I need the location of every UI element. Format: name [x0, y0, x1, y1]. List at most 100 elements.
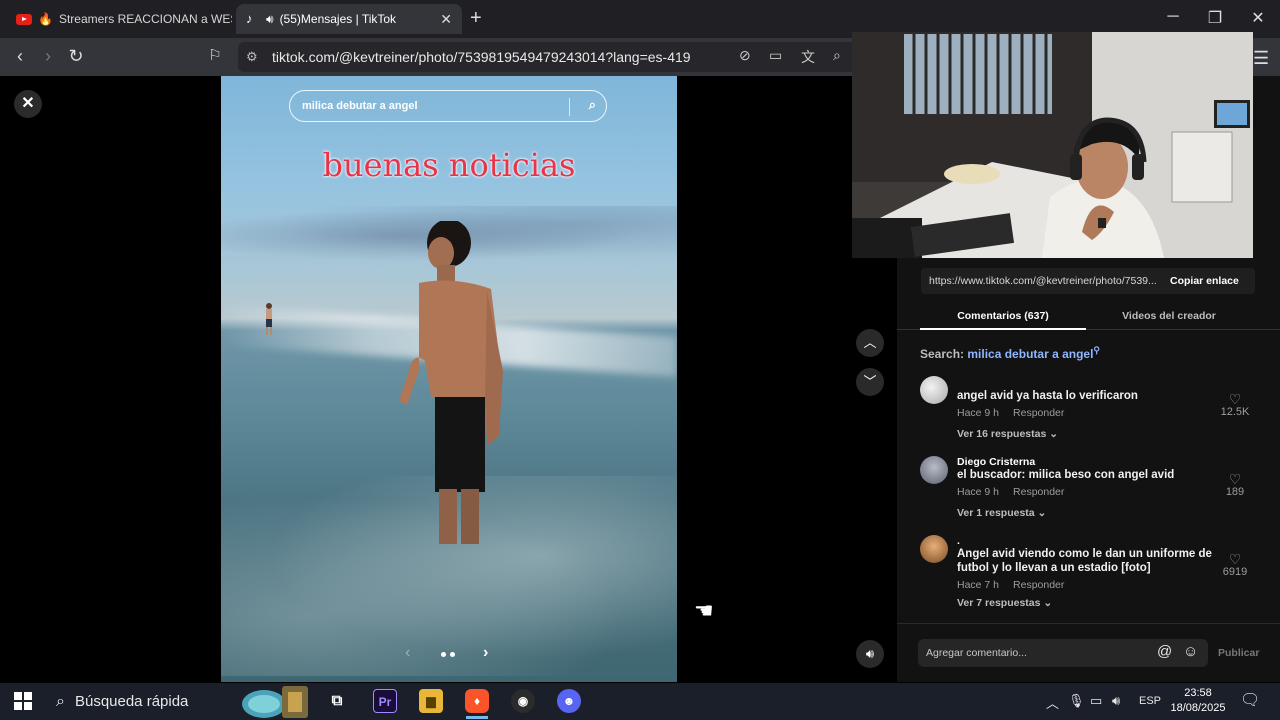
- clock-date: 18/08/2025: [1170, 702, 1226, 714]
- webcam-overlay: [852, 32, 1253, 258]
- tab-title-prefix: 🔥: [38, 12, 53, 26]
- comment-text: angel avid ya hasta lo verificaron: [957, 390, 1138, 402]
- bookmark-icon[interactable]: ⚐: [203, 45, 227, 67]
- menu-icon[interactable]: ☰: [1253, 48, 1269, 69]
- address-bar[interactable]: tiktok.com/@kevtreiner/photo/75398195494…: [238, 42, 858, 72]
- premiere-pro-icon[interactable]: Pr: [373, 689, 397, 713]
- post-photo: milica debutar a angel ⌕ buenas noticias…: [221, 76, 677, 682]
- windows-start-icon[interactable]: [14, 692, 32, 710]
- next-post-button[interactable]: ﹀: [856, 368, 884, 396]
- comment-time: Hace 9 h: [957, 407, 1000, 419]
- heart-icon: ♡: [1228, 471, 1242, 487]
- previous-post-button[interactable]: ︿: [856, 329, 884, 357]
- close-viewer-button[interactable]: ✕: [14, 90, 42, 118]
- carousel-next-icon[interactable]: ›: [483, 644, 488, 662]
- reload-button[interactable]: ↻: [64, 45, 88, 67]
- task-view-icon[interactable]: ⧉: [325, 689, 349, 713]
- close-window-button[interactable]: ✕: [1243, 8, 1273, 28]
- heart-icon: ♡: [1228, 551, 1242, 567]
- emoji-icon[interactable]: ☺: [1183, 643, 1198, 660]
- taskbar-search-text: Búsqueda rápida: [74, 693, 189, 710]
- speaker-icon[interactable]: 🔊︎: [266, 12, 274, 27]
- translate-icon[interactable]: 文: [801, 47, 815, 67]
- tiktok-icon: ♪: [246, 11, 253, 26]
- tray-expand-icon[interactable]: ︿: [1046, 693, 1059, 712]
- view-replies-button[interactable]: Ver 16 respuestas ⌄: [957, 428, 1207, 440]
- reply-button[interactable]: Responder: [1013, 407, 1064, 419]
- taskbar-clock[interactable]: 23:58 18/08/2025: [1168, 686, 1228, 716]
- obs-icon[interactable]: ◉: [511, 689, 535, 713]
- reply-button[interactable]: Responder: [1013, 486, 1064, 498]
- avatar[interactable]: [920, 376, 948, 404]
- avatar[interactable]: [920, 456, 948, 484]
- brave-icon[interactable]: ♦: [465, 689, 489, 713]
- discord-icon[interactable]: ☻: [557, 689, 581, 713]
- search-icon[interactable]: ⌕: [589, 97, 596, 113]
- tab-title: Streamers REACCIONAN a WESTC: [58, 12, 232, 26]
- photo-carousel-controls: ‹ ›: [401, 644, 501, 668]
- search-small-icon: ⚲: [1093, 345, 1101, 355]
- search-suggestion-query[interactable]: milica debutar a angel: [967, 347, 1093, 361]
- like-button[interactable]: ♡ 12.5K: [1215, 392, 1255, 418]
- microphone-icon[interactable]: 🎙︎: [1068, 693, 1085, 709]
- publish-button[interactable]: Publicar: [1218, 647, 1259, 659]
- minimize-button[interactable]: ─: [1158, 8, 1188, 26]
- clock-time: 23:58: [1184, 687, 1212, 699]
- photo-person: [399, 221, 503, 544]
- network-icon[interactable]: ▭: [1090, 693, 1102, 709]
- carousel-dots: [441, 652, 455, 657]
- view-replies-button[interactable]: Ver 7 respuestas ⌄: [957, 597, 1219, 609]
- like-button[interactable]: ♡ 6919: [1215, 552, 1255, 578]
- photo-search-text: milica debutar a angel: [302, 100, 418, 112]
- tab-comments[interactable]: Comentarios (637): [920, 310, 1086, 322]
- volume-button[interactable]: 🔊︎: [856, 640, 884, 668]
- back-button[interactable]: ‹: [8, 45, 32, 67]
- notifications-icon[interactable]: 🗨︎: [1240, 690, 1260, 710]
- view-replies-button[interactable]: Ver 1 respuesta ⌄: [957, 507, 1207, 519]
- comment-placeholder: Agregar comentario...: [926, 647, 1027, 659]
- mention-icon[interactable]: @: [1157, 643, 1172, 660]
- reply-button[interactable]: Responder: [1013, 579, 1064, 591]
- file-explorer-icon[interactable]: ▆: [419, 689, 443, 713]
- hand-cursor-icon: ☚: [694, 598, 714, 623]
- youtube-icon: [16, 13, 32, 25]
- comment-time: Hace 7 h: [957, 579, 1000, 591]
- comment-text: Angel avid viendo como le dan un uniform…: [957, 548, 1212, 574]
- cast-icon[interactable]: ▭: [769, 47, 782, 64]
- photo-background-person: [266, 303, 272, 335]
- like-count: 189: [1225, 486, 1245, 498]
- comment-author[interactable]: .: [957, 535, 1219, 547]
- site-settings-icon[interactable]: ⚙: [246, 49, 258, 65]
- restore-button[interactable]: ❐: [1200, 8, 1230, 28]
- comment-time: Hace 9 h: [957, 486, 1000, 498]
- url-text: tiktok.com/@kevtreiner/photo/75398195494…: [272, 49, 691, 65]
- avatar[interactable]: [920, 535, 948, 563]
- active-app-indicator: [466, 716, 488, 719]
- photo-caption: buenas noticias: [322, 146, 576, 184]
- comment-input-divider: [897, 623, 1280, 624]
- like-count: 6919: [1222, 566, 1248, 578]
- active-tab-indicator: [920, 328, 1086, 330]
- zoom-icon[interactable]: ⌕: [833, 47, 841, 64]
- tab-tiktok[interactable]: ♪ 🔊︎ (55)Mensajes | TikTok ✕: [236, 4, 462, 34]
- carousel-prev-icon[interactable]: ‹: [405, 644, 410, 662]
- search-divider: [569, 98, 570, 116]
- photo-search-bar[interactable]: milica debutar a angel ⌕: [289, 90, 607, 122]
- no-tracking-icon[interactable]: ⊘: [739, 47, 751, 64]
- like-count: 12.5K: [1220, 406, 1250, 418]
- webcam-scene: [852, 32, 1253, 258]
- volume-tray-icon[interactable]: 🔊︎: [1112, 693, 1120, 709]
- search-suggestion-label: Search:: [920, 347, 965, 361]
- new-tab-button[interactable]: +: [470, 8, 482, 28]
- search-highlight-art: [242, 686, 308, 718]
- post-link[interactable]: https://www.tiktok.com/@kevtreiner/photo…: [929, 275, 1161, 287]
- comment-author[interactable]: Diego Cristerna: [957, 456, 1207, 468]
- forward-button[interactable]: ›: [36, 45, 60, 67]
- tab-creator-videos[interactable]: Videos del creador: [1086, 310, 1252, 322]
- search-suggestion[interactable]: Search: milica debutar a angel⚲: [920, 345, 1100, 361]
- language-indicator[interactable]: ESP: [1139, 695, 1161, 707]
- copy-link-button[interactable]: Copiar enlace: [1170, 275, 1239, 287]
- tab-youtube[interactable]: 🔥 Streamers REACCIONAN a WESTC: [6, 4, 232, 34]
- tab-close-icon[interactable]: ✕: [440, 11, 452, 28]
- like-button[interactable]: ♡ 189: [1215, 472, 1255, 498]
